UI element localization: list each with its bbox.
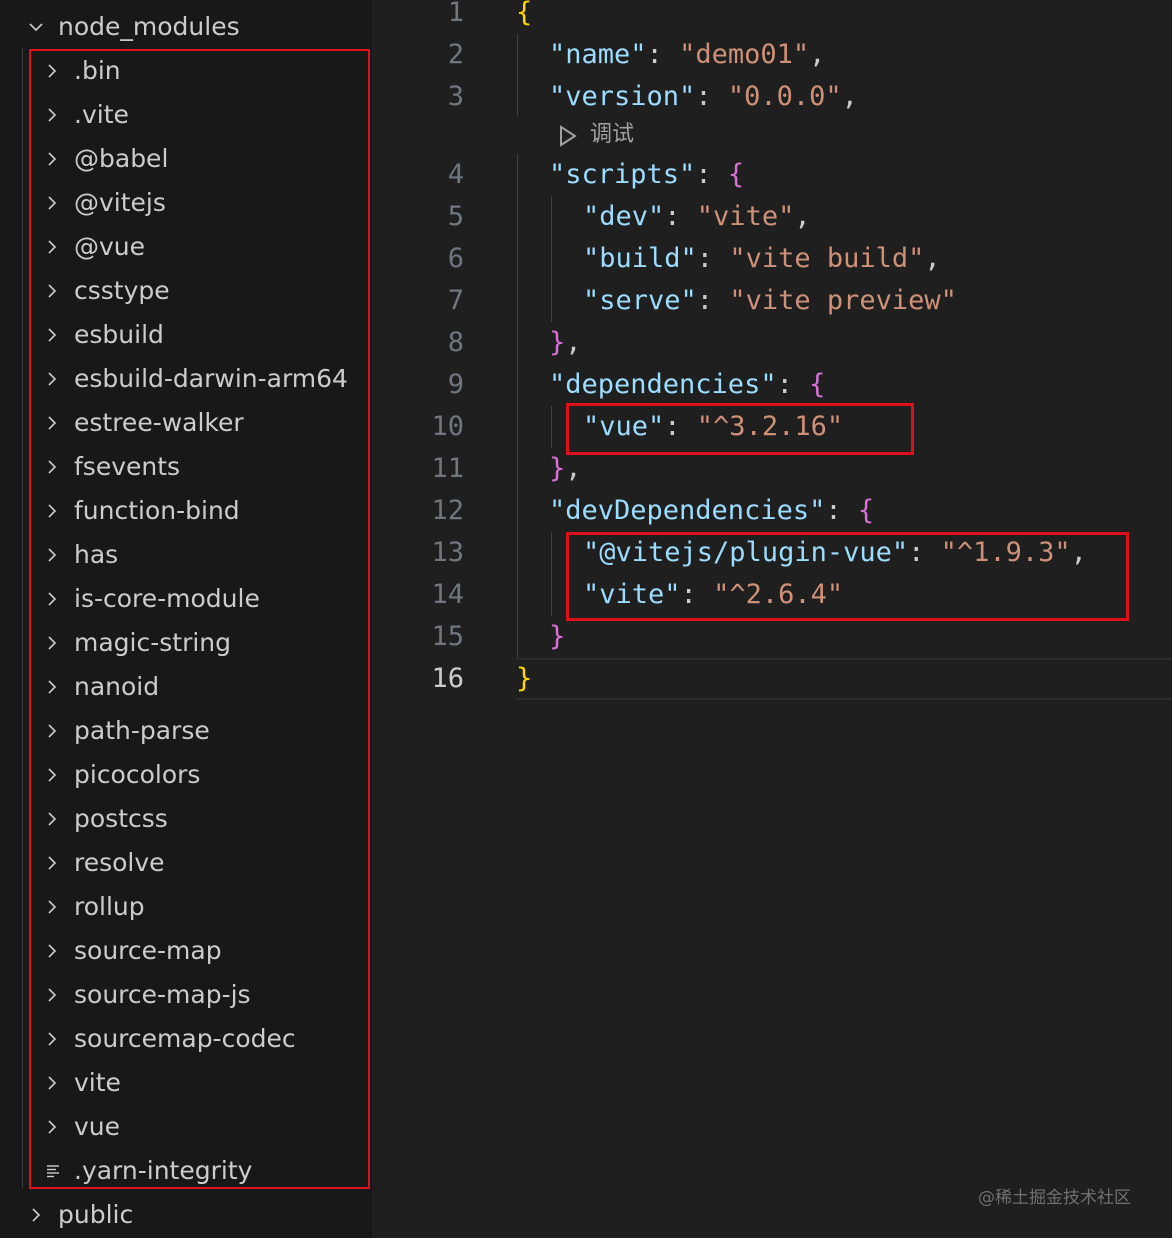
code-editor[interactable]: 调试 1{2 "name": "demo01", 3 "version": "0.0.… (372, 0, 1172, 1238)
code-token: { (857, 495, 875, 526)
code-line[interactable]: 5 "dev": "vite", (372, 196, 1172, 238)
code-line[interactable]: 6 "build": "vite build", (372, 238, 1172, 280)
code-token: "demo01" (679, 39, 810, 70)
code-line[interactable]: 9 "dependencies": { (372, 364, 1172, 406)
code-text: "serve": "vite preview" (583, 280, 957, 322)
red-highlight-box-node-modules-contents (29, 49, 370, 1189)
code-text: "scripts": { (549, 154, 744, 196)
code-text: }, (549, 322, 582, 364)
code-token: "build" (583, 243, 697, 274)
code-token: : (696, 243, 730, 274)
red-highlight-box-dev-dependencies (566, 532, 1129, 621)
code-token: "0.0.0" (727, 81, 842, 112)
code-token: { (727, 159, 745, 190)
explorer-sidebar: node_modules .bin .vite @babel @vitejs @vue c… (0, 0, 372, 1238)
line-number: 4 (447, 159, 464, 190)
code-token: "scripts" (549, 159, 696, 190)
code-token: } (516, 663, 533, 694)
tree-folder-label: public (58, 1200, 134, 1229)
code-text: "name": "demo01", (549, 34, 825, 76)
line-number: 8 (447, 327, 464, 358)
line-number: 15 (431, 621, 464, 652)
line-number: 3 (447, 81, 464, 112)
tree-folder-node-modules[interactable]: node_modules (0, 5, 372, 49)
code-token: : (646, 39, 680, 70)
line-number: 12 (431, 495, 464, 526)
code-token: , (565, 453, 582, 484)
tree-folder-public[interactable]: public (0, 1193, 372, 1237)
line-number: 7 (447, 285, 464, 316)
code-token: "dependencies" (549, 369, 777, 400)
code-token: } (549, 327, 566, 358)
code-line[interactable]: 3 "version": "0.0.0", (372, 76, 1172, 118)
tree-folder-label: node_modules (58, 12, 240, 41)
code-token: , (794, 201, 811, 232)
code-token: : (695, 159, 728, 190)
code-token: , (809, 39, 826, 70)
watermark: @稀土掘金技术社区 (978, 1188, 1131, 1208)
code-token: { (809, 369, 826, 400)
code-token: "version" (549, 81, 696, 112)
code-line[interactable]: 15} (372, 616, 1172, 658)
code-line[interactable]: 12 "devDependencies": { (372, 490, 1172, 532)
code-token: : (696, 285, 730, 316)
code-text: "dependencies": { (549, 364, 825, 406)
code-line[interactable]: 4 "scripts": { (372, 154, 1172, 196)
line-number: 13 (431, 537, 464, 568)
code-text: "build": "vite build", (583, 238, 941, 280)
code-token: "name" (549, 39, 647, 70)
code-token: , (565, 327, 582, 358)
red-highlight-box-dependencies (566, 403, 914, 455)
chevron-right-icon (32, 1208, 41, 1222)
code-line[interactable]: 16} (372, 658, 1172, 700)
code-text: "dev": "vite", (583, 196, 811, 238)
code-token: , (924, 243, 941, 274)
line-number: 10 (431, 411, 464, 442)
line-number: 11 (431, 453, 464, 484)
code-line[interactable]: 2 "name": "demo01", (372, 34, 1172, 76)
code-token: "vite build" (729, 243, 925, 274)
line-number: 1 (447, 0, 464, 28)
code-token: : (664, 201, 697, 232)
code-text: } (549, 616, 565, 658)
chevron-down-icon (29, 23, 43, 32)
code-token: { (516, 0, 533, 28)
code-token: "dev" (583, 201, 665, 232)
line-number: 5 (447, 201, 464, 232)
line-number: 2 (447, 39, 464, 70)
code-token: , (841, 81, 858, 112)
code-token: : (695, 81, 728, 112)
line-number: 9 (447, 369, 464, 400)
play-outline-icon (560, 125, 577, 147)
code-line[interactable]: 1{ (372, 0, 1172, 34)
code-token: : (776, 369, 810, 400)
code-token: } (549, 453, 566, 484)
code-token: "devDependencies" (549, 495, 826, 526)
code-text: "devDependencies": { (549, 490, 874, 532)
code-text: { (516, 0, 532, 34)
codelens-label: 调试 (590, 122, 635, 147)
code-token: : (825, 495, 858, 526)
code-token: "vite" (696, 201, 795, 232)
code-text: } (516, 658, 532, 700)
code-line[interactable]: 8}, (372, 322, 1172, 364)
code-token: } (549, 621, 566, 652)
code-token: "vite preview" (729, 285, 957, 316)
code-text: "version": "0.0.0", (549, 76, 858, 118)
line-number: 16 (431, 663, 464, 694)
code-line[interactable]: 7 "serve": "vite preview" (372, 280, 1172, 322)
line-number: 14 (431, 579, 464, 610)
line-number: 6 (447, 243, 464, 274)
code-token: "serve" (583, 285, 697, 316)
